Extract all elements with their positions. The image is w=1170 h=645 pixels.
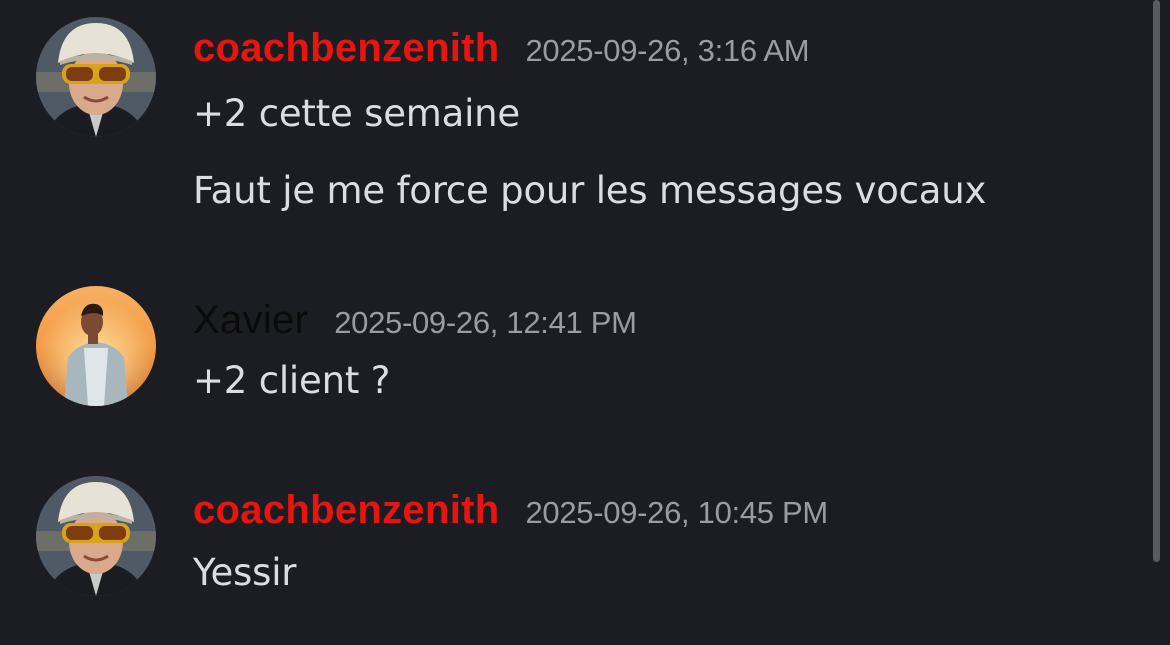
chat-message-list: coachbenzenith 2025-09-26, 3:16 AM +2 ce… [0, 0, 1150, 645]
scrollbar-thumb[interactable] [1153, 0, 1160, 562]
username[interactable]: Xavier [193, 298, 308, 343]
avatar-coachbenzenith[interactable] [36, 17, 156, 137]
timestamp[interactable]: 2025-09-26, 3:16 AM [525, 33, 809, 69]
message-text: +2 cette semaine [193, 92, 520, 135]
username[interactable]: coachbenzenith [193, 26, 499, 71]
message-text: Faut je me force pour les messages vocau… [193, 169, 987, 212]
message-header: coachbenzenith 2025-09-26, 3:16 AM [193, 26, 810, 71]
timestamp[interactable]: 2025-09-26, 10:45 PM [525, 495, 828, 531]
avatar-coachbenzenith[interactable] [36, 476, 156, 596]
message-text: Yessir [193, 551, 297, 594]
username[interactable]: coachbenzenith [193, 488, 499, 533]
message-header: coachbenzenith 2025-09-26, 10:45 PM [193, 488, 828, 533]
avatar-xavier[interactable] [36, 286, 156, 406]
timestamp[interactable]: 2025-09-26, 12:41 PM [334, 305, 637, 341]
message-header: Xavier 2025-09-26, 12:41 PM [193, 298, 637, 343]
message-text: +2 client ? [193, 359, 391, 402]
